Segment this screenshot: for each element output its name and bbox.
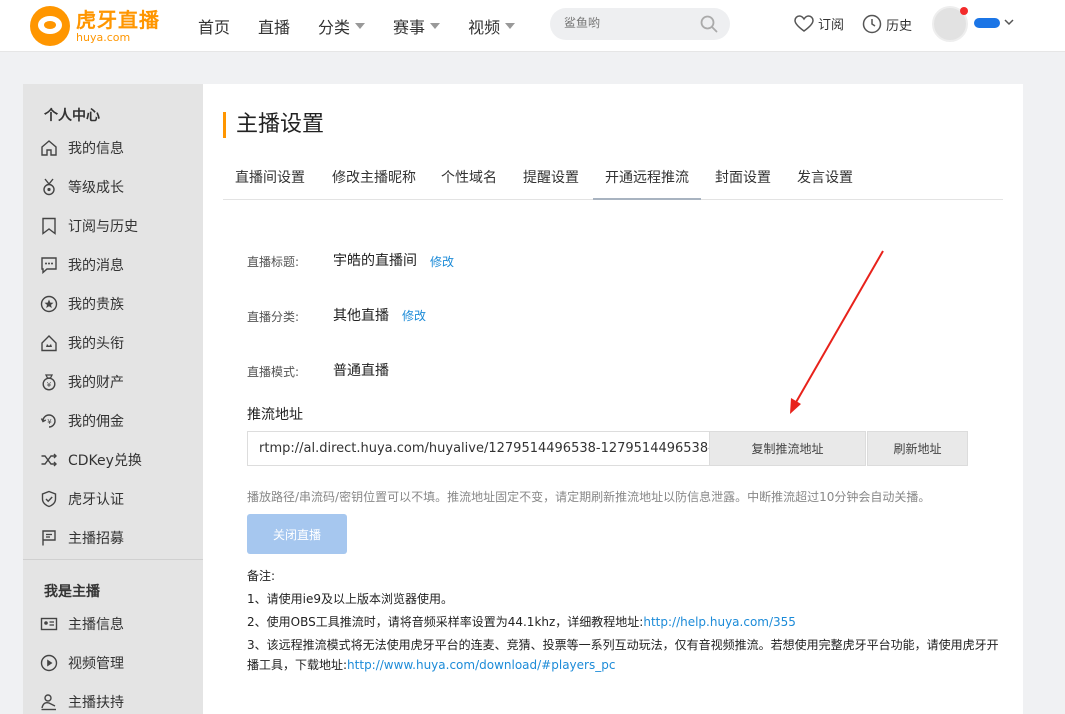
- nav-events[interactable]: 赛事: [393, 14, 441, 38]
- edit-category-link[interactable]: 修改: [402, 307, 426, 324]
- nav-live[interactable]: 直播: [258, 14, 290, 38]
- subscribe-button[interactable]: 订阅: [794, 14, 844, 33]
- message-icon: [39, 255, 59, 275]
- user-name-badge[interactable]: [974, 18, 1000, 28]
- close-live-button[interactable]: 关闭直播: [247, 514, 347, 554]
- nav-home[interactable]: 首页: [198, 14, 230, 38]
- sidebar-group-personal: 个人中心: [44, 108, 100, 124]
- sidebar-item-recruit[interactable]: 主播招募: [39, 526, 124, 550]
- live-mode-label: 直播模式:: [247, 365, 300, 379]
- download-link[interactable]: http://www.huya.com/download/#players_pc: [347, 658, 615, 672]
- money-bag-icon: ¥: [39, 372, 59, 392]
- sidebar: 个人中心 我的信息 等级成长 订阅与历史 我的消息 我的贵族 我的头衔 ¥ 我的…: [23, 84, 203, 714]
- sidebar-item-property[interactable]: ¥ 我的财产: [39, 370, 124, 394]
- huya-logo[interactable]: 虎牙直播 huya.com: [30, 4, 160, 48]
- tab-reminder-settings[interactable]: 提醒设置: [511, 162, 591, 200]
- clock-icon: [862, 14, 882, 34]
- live-title-label: 直播标题:: [247, 255, 300, 269]
- notes-title: 备注:: [247, 569, 276, 583]
- search-input[interactable]: [564, 16, 694, 30]
- page-title: 主播设置: [223, 112, 324, 138]
- tab-custom-domain[interactable]: 个性域名: [429, 162, 509, 200]
- medal-icon: [39, 177, 59, 197]
- tab-chat-settings[interactable]: 发言设置: [785, 162, 865, 200]
- refresh-url-button[interactable]: 刷新地址: [867, 431, 968, 466]
- push-url-label: 推流地址: [247, 407, 303, 423]
- crown-house-icon: [39, 333, 59, 353]
- sidebar-divider: [23, 559, 203, 560]
- push-url-field[interactable]: rtmp://al.direct.huya.com/huyalive/12795…: [247, 431, 709, 466]
- play-circle-icon: [39, 653, 59, 673]
- push-url-row: rtmp://al.direct.huya.com/huyalive/12795…: [247, 431, 968, 466]
- main-panel: 主播设置 直播间设置 修改主播昵称 个性域名 提醒设置 开通远程推流 封面设置 …: [203, 84, 1023, 714]
- sidebar-item-verification[interactable]: 虎牙认证: [39, 487, 124, 511]
- nav-category[interactable]: 分类: [318, 14, 366, 38]
- user-avatar[interactable]: [932, 6, 968, 42]
- sidebar-item-level[interactable]: 等级成长: [39, 175, 124, 199]
- live-category-label: 直播分类:: [247, 310, 300, 324]
- search-box: [550, 8, 730, 40]
- commission-icon: ¥: [39, 411, 59, 431]
- copy-push-url-button[interactable]: 复制推流地址: [709, 431, 866, 466]
- note-3: 3、该远程推流模式将无法使用虎牙平台的连麦、竞猜、投票等一系列互动玩法，仅有音视…: [247, 638, 999, 672]
- sidebar-item-my-info[interactable]: 我的信息: [39, 136, 124, 160]
- sidebar-item-title[interactable]: 我的头衔: [39, 331, 124, 355]
- sidebar-item-nobility[interactable]: 我的贵族: [39, 292, 124, 316]
- chevron-down-icon: [430, 23, 441, 29]
- live-mode-value: 普通直播: [333, 363, 389, 379]
- svg-text:¥: ¥: [47, 381, 52, 389]
- live-title-value: 宇皓的直播间: [333, 253, 417, 269]
- main-nav: 首页 直播 分类 赛事 视频: [198, 0, 543, 52]
- support-icon: [39, 692, 59, 712]
- sidebar-item-support[interactable]: 主播扶持: [39, 690, 124, 714]
- notification-dot: [960, 7, 968, 15]
- nav-video[interactable]: 视频: [468, 14, 516, 38]
- live-category-value: 其他直播: [333, 308, 389, 324]
- search-icon[interactable]: [700, 15, 718, 33]
- note-2: 2、使用OBS工具推流时，请将音频采样率设置为44.1khz，详细教程地址:ht…: [247, 615, 796, 629]
- home-icon: [39, 138, 59, 158]
- sidebar-item-subscribe-history[interactable]: 订阅与历史: [39, 214, 138, 238]
- sidebar-item-cdkey[interactable]: CDKey兑换: [39, 448, 142, 472]
- sidebar-group-streamer: 我是主播: [44, 584, 100, 600]
- logo-text-cn: 虎牙直播: [76, 7, 160, 32]
- svg-text:¥: ¥: [47, 418, 52, 426]
- chevron-down-icon[interactable]: [1004, 18, 1014, 26]
- history-button[interactable]: 历史: [862, 14, 912, 34]
- shield-check-icon: [39, 489, 59, 509]
- tab-change-nickname[interactable]: 修改主播昵称: [320, 162, 428, 200]
- sidebar-item-streamer-info[interactable]: 主播信息: [39, 612, 124, 636]
- tiger-logo-icon: [30, 6, 70, 46]
- settings-tabs: 直播间设置 修改主播昵称 个性域名 提醒设置 开通远程推流 封面设置 发言设置: [223, 162, 1003, 200]
- sidebar-item-commission[interactable]: ¥ 我的佣金: [39, 409, 124, 433]
- sidebar-item-messages[interactable]: 我的消息: [39, 253, 124, 277]
- edit-title-link[interactable]: 修改: [430, 253, 454, 270]
- notes-section: 备注: 1、请使用ie9及以上版本浏览器使用。 2、使用OBS工具推流时，请将音…: [247, 566, 1003, 678]
- top-bar: 虎牙直播 huya.com 首页 直播 分类 赛事 视频 订阅 历史: [0, 0, 1065, 52]
- tab-remote-push[interactable]: 开通远程推流: [593, 162, 701, 200]
- push-hint-text: 播放路径/串流码/密钥位置可以不填。推流地址固定不变，请定期刷新推流地址以防信息…: [247, 490, 931, 504]
- bookmark-icon: [39, 216, 59, 236]
- shuffle-icon: [39, 450, 59, 470]
- chevron-down-icon: [505, 23, 516, 29]
- tab-room-settings[interactable]: 直播间设置: [223, 162, 317, 200]
- id-card-icon: [39, 614, 59, 634]
- chevron-down-icon: [355, 23, 366, 29]
- sidebar-item-video-manage[interactable]: 视频管理: [39, 651, 124, 675]
- subscribe-label: 订阅: [818, 18, 845, 33]
- heart-icon: [794, 14, 814, 32]
- tab-cover-settings[interactable]: 封面设置: [703, 162, 783, 200]
- logo-text-en: huya.com: [76, 30, 131, 44]
- star-badge-icon: [39, 294, 59, 314]
- flag-icon: [39, 528, 59, 548]
- note-1: 1、请使用ie9及以上版本浏览器使用。: [247, 592, 453, 606]
- obs-help-link[interactable]: http://help.huya.com/355: [643, 615, 796, 629]
- history-label: 历史: [886, 18, 913, 34]
